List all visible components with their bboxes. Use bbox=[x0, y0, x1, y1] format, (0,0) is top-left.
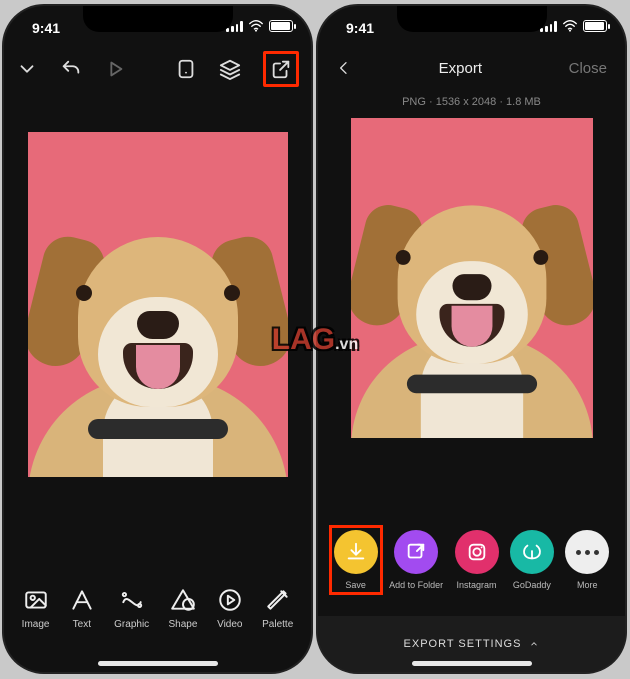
export-highlight bbox=[263, 51, 299, 87]
back-button[interactable] bbox=[336, 60, 352, 76]
export-option-more[interactable]: More bbox=[565, 530, 609, 590]
undo-icon[interactable] bbox=[60, 58, 82, 80]
export-header: Export Close bbox=[318, 46, 625, 90]
tool-video[interactable]: Video bbox=[217, 587, 243, 630]
play-icon[interactable] bbox=[104, 58, 126, 80]
export-option-folder[interactable]: Add to Folder bbox=[389, 530, 443, 590]
option-label: Instagram bbox=[456, 580, 496, 590]
status-time: 9:41 bbox=[32, 20, 60, 36]
export-title: Export bbox=[439, 60, 482, 77]
tool-image[interactable]: Image bbox=[22, 587, 50, 630]
canvas-image bbox=[28, 207, 288, 477]
option-label: Add to Folder bbox=[389, 580, 443, 590]
tool-palette[interactable]: Palette bbox=[262, 587, 293, 630]
tool-label: Video bbox=[217, 619, 242, 630]
battery-icon bbox=[583, 20, 607, 32]
tool-shape[interactable]: Shape bbox=[169, 587, 198, 630]
option-label: GoDaddy bbox=[513, 580, 551, 590]
export-option-save[interactable]: Save bbox=[334, 530, 378, 590]
export-preview bbox=[351, 118, 593, 438]
editor-canvas[interactable] bbox=[28, 132, 288, 477]
page-icon[interactable] bbox=[175, 58, 197, 80]
tool-label: Image bbox=[22, 619, 50, 630]
chevron-up-icon bbox=[529, 639, 539, 649]
more-icon bbox=[565, 530, 609, 574]
export-icon[interactable] bbox=[270, 58, 292, 80]
palette-icon bbox=[265, 587, 291, 613]
layers-icon[interactable] bbox=[219, 58, 241, 80]
editor-tool-row: Image Text Graphic Shape Video Palette bbox=[4, 587, 311, 630]
tool-label: Shape bbox=[169, 619, 198, 630]
canvas-image bbox=[351, 177, 593, 428]
wifi-icon bbox=[248, 20, 264, 32]
export-meta: PNG · 1536 x 2048 · 1.8 MB bbox=[318, 90, 625, 118]
tool-graphic[interactable]: Graphic bbox=[114, 587, 149, 630]
tool-label: Text bbox=[73, 619, 91, 630]
collapse-icon[interactable] bbox=[16, 58, 38, 80]
instagram-icon bbox=[455, 530, 499, 574]
status-time: 9:41 bbox=[346, 20, 374, 36]
close-button[interactable]: Close bbox=[569, 60, 607, 77]
save-highlight bbox=[329, 525, 383, 595]
tool-label: Palette bbox=[262, 619, 293, 630]
shape-icon bbox=[170, 587, 196, 613]
wifi-icon bbox=[562, 20, 578, 32]
editor-screen: 9:41 bbox=[4, 6, 311, 672]
folder-icon bbox=[394, 530, 438, 574]
tool-text[interactable]: Text bbox=[69, 587, 95, 630]
notch bbox=[83, 6, 233, 32]
home-indicator[interactable] bbox=[412, 661, 532, 666]
export-option-godaddy[interactable]: GoDaddy bbox=[510, 530, 554, 590]
video-icon bbox=[217, 587, 243, 613]
export-options-row: Save Add to Folder Instagram GoDaddy Mor… bbox=[318, 530, 625, 590]
text-icon bbox=[69, 587, 95, 613]
export-screen: 9:41 Export Close PNG · 1536 x 2048 · 1.… bbox=[318, 6, 625, 672]
export-option-instagram[interactable]: Instagram bbox=[455, 530, 499, 590]
battery-icon bbox=[269, 20, 293, 32]
godaddy-icon bbox=[510, 530, 554, 574]
notch bbox=[397, 6, 547, 32]
option-label: More bbox=[577, 580, 598, 590]
export-settings-label: EXPORT SETTINGS bbox=[404, 638, 522, 650]
graphic-icon bbox=[119, 587, 145, 613]
home-indicator[interactable] bbox=[98, 661, 218, 666]
editor-toolbar bbox=[4, 46, 311, 92]
image-icon bbox=[23, 587, 49, 613]
tool-label: Graphic bbox=[114, 619, 149, 630]
